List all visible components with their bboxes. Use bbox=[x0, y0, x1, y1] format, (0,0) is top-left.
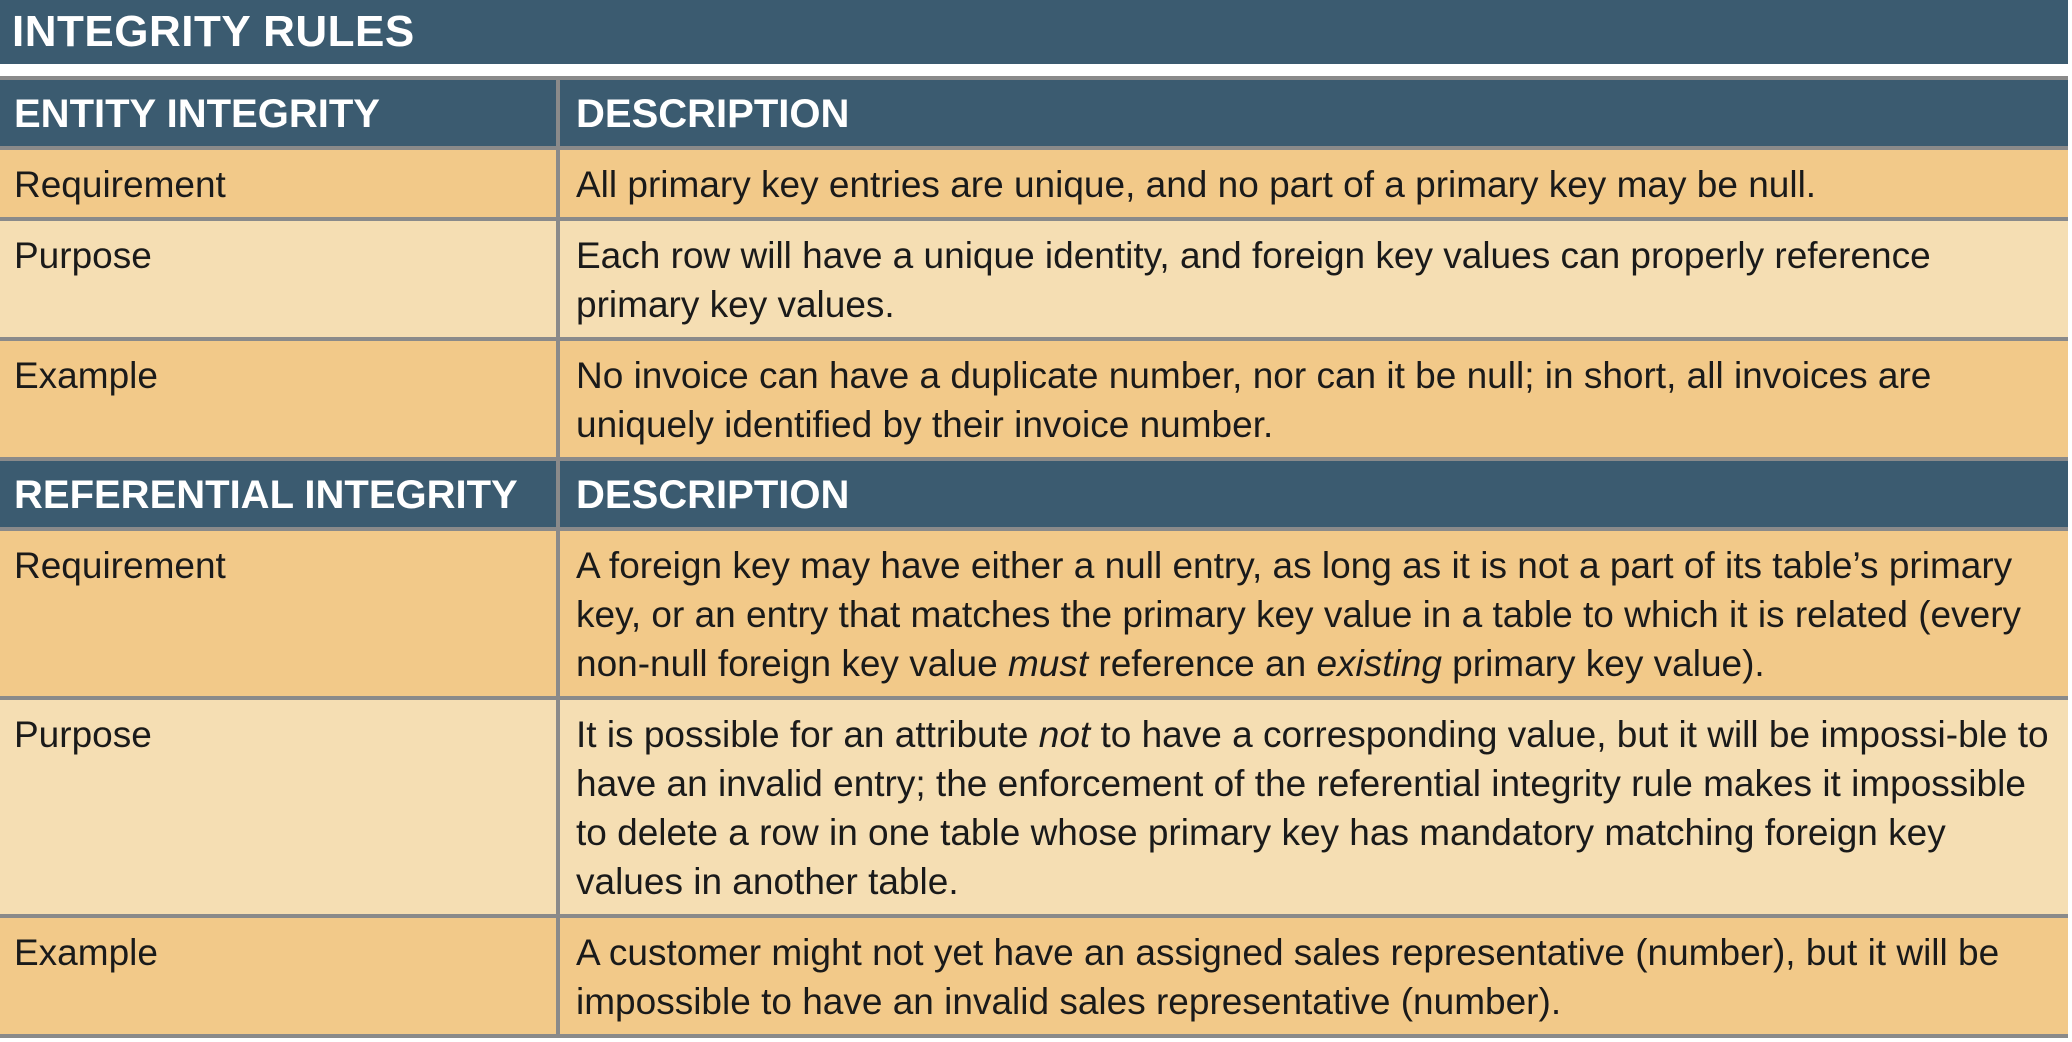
integrity-rules-table-container: INTEGRITY RULES ENTITY INTEGRITY DESCRIP… bbox=[0, 0, 2068, 1038]
emphasis-text: not bbox=[1038, 714, 1091, 755]
section-header-referential-integrity: REFERENTIAL INTEGRITY DESCRIPTION bbox=[0, 457, 2068, 531]
row-description: A customer might not yet have an assigne… bbox=[558, 914, 2068, 1038]
row-label: Example bbox=[0, 337, 560, 461]
row-description: Each row will have a unique identity, an… bbox=[558, 217, 2068, 341]
section-title: REFERENTIAL INTEGRITY bbox=[0, 457, 560, 531]
page-title: INTEGRITY RULES bbox=[0, 0, 2068, 64]
row-description: A foreign key may have either a null ent… bbox=[558, 527, 2068, 700]
text-run: It is possible for an attribute bbox=[576, 714, 1039, 755]
emphasis-text: must bbox=[1007, 643, 1089, 684]
table-row: Example No invoice can have a duplicate … bbox=[0, 337, 2068, 461]
row-description: No invoice can have a duplicate number, … bbox=[558, 337, 2068, 461]
description-header: DESCRIPTION bbox=[558, 457, 2068, 531]
row-label: Requirement bbox=[0, 527, 560, 700]
row-label: Purpose bbox=[0, 696, 560, 918]
row-description: All primary key entries are unique, and … bbox=[558, 146, 2068, 221]
table-row: Purpose Each row will have a unique iden… bbox=[0, 217, 2068, 341]
row-description: It is possible for an attribute not to h… bbox=[558, 696, 2068, 918]
title-divider bbox=[0, 64, 2068, 76]
table-row: Requirement All primary key entries are … bbox=[0, 146, 2068, 221]
section-header-entity-integrity: ENTITY INTEGRITY DESCRIPTION bbox=[0, 76, 2068, 150]
table-row: Requirement A foreign key may have eithe… bbox=[0, 527, 2068, 700]
row-label: Purpose bbox=[0, 217, 560, 341]
row-label: Example bbox=[0, 914, 560, 1038]
text-run: reference an bbox=[1088, 643, 1317, 684]
emphasis-text: existing bbox=[1316, 643, 1442, 684]
description-header: DESCRIPTION bbox=[558, 76, 2068, 150]
integrity-rules-table: ENTITY INTEGRITY DESCRIPTION Requirement… bbox=[0, 76, 2068, 1038]
text-run: primary key value). bbox=[1441, 643, 1765, 684]
section-title: ENTITY INTEGRITY bbox=[0, 76, 560, 150]
table-row: Example A customer might not yet have an… bbox=[0, 914, 2068, 1038]
row-label: Requirement bbox=[0, 146, 560, 221]
table-row: Purpose It is possible for an attribute … bbox=[0, 696, 2068, 918]
